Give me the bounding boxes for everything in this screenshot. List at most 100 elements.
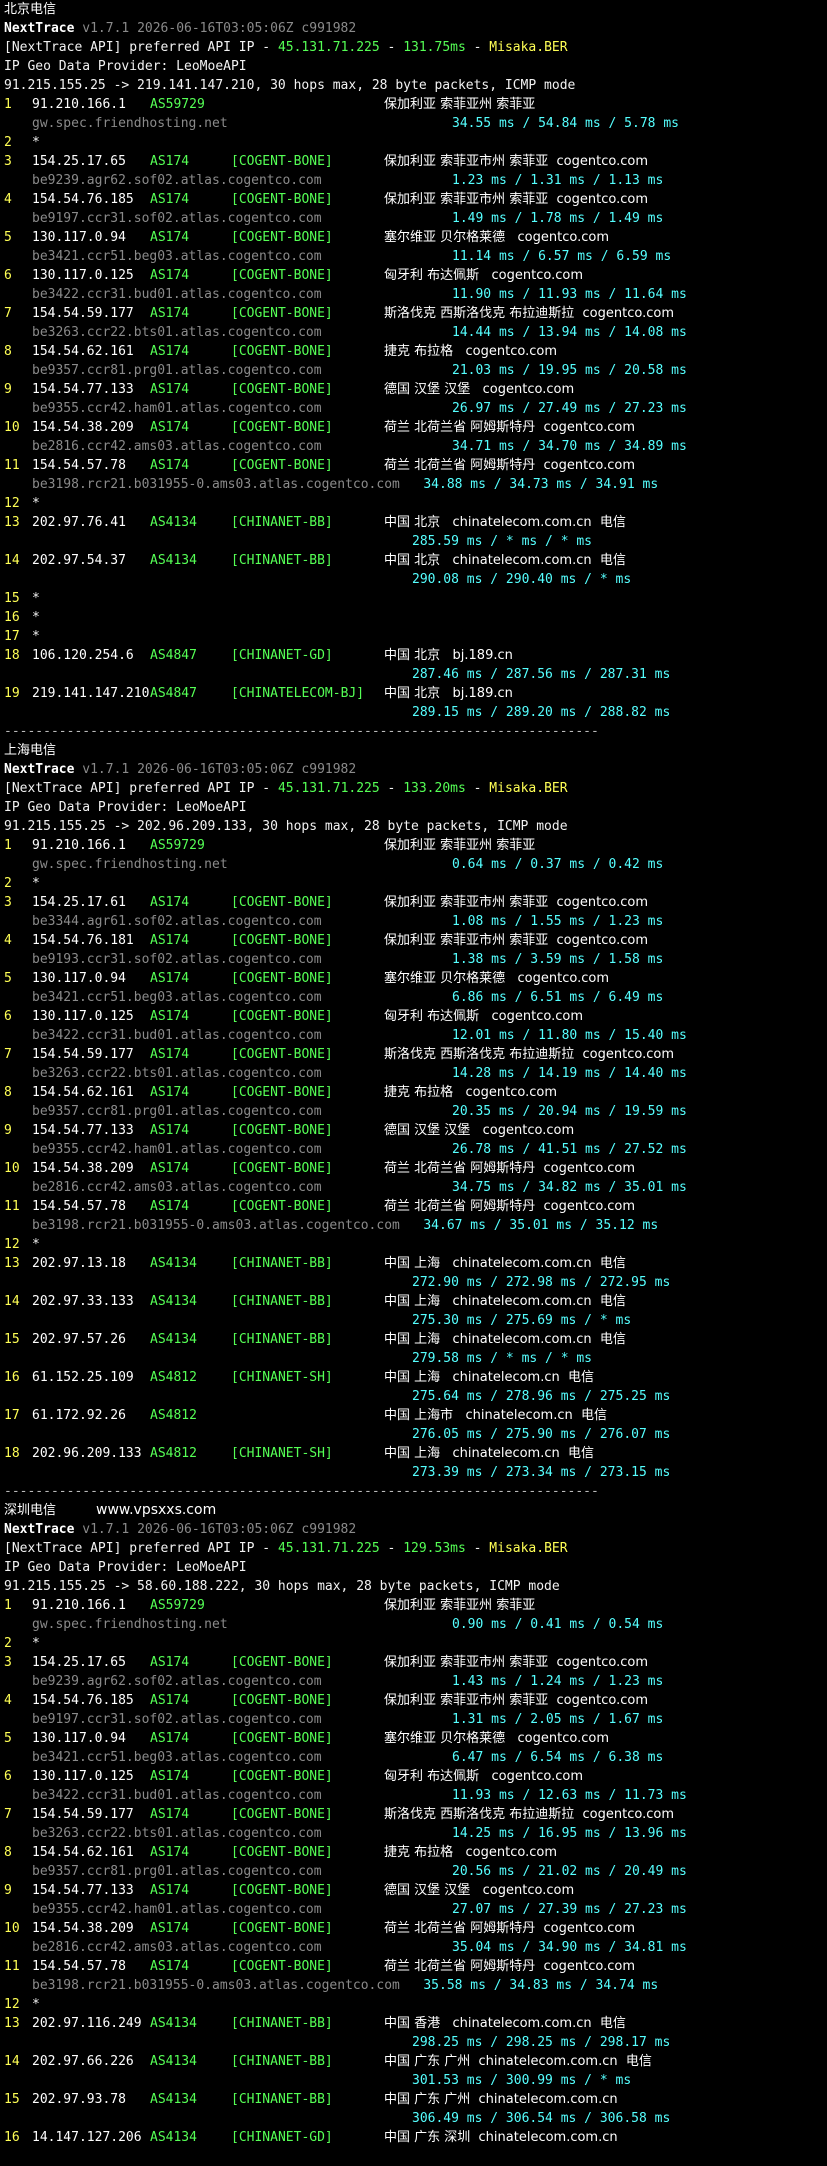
hop-rtt: 287.46 ms / 287.56 ms / 287.31 ms [412,667,671,682]
api-latency: 133.20ms [403,781,466,796]
hop-asn: AS174 [150,230,190,245]
hop-ip: 202.97.57.26 [32,1332,126,1347]
hop-rtt: 290.08 ms / 290.40 ms / * ms [412,572,632,587]
hop-geo: 捷克 布拉格 cogentco.com [384,344,557,359]
hop-rtt: 20.56 ms / 21.02 ms / 20.49 ms [452,1864,687,1879]
hop-rtt: 14.25 ms / 16.95 ms / 13.96 ms [452,1826,687,1841]
hop-detail-row: 272.90 ms / 272.98 ms / 272.95 ms [4,1273,827,1292]
hop-row: 3 154.25.17.65 AS174 [COGENT-BONE] 保加利亚 索菲亚市… [4,1653,827,1672]
hop-rtt: 6.47 ms / 6.54 ms / 6.38 ms [452,1750,664,1765]
hop-row: 16 61.152.25.109 AS4812 [CHINANET-SH] 中国 上海 … [4,1368,827,1387]
hop-detail-row: be9239.agr62.sof02.atlas.cogentco.com 1.2… [4,171,827,190]
hop-number: 1 [4,838,12,853]
geo-provider: IP Geo Data Provider: LeoMoeAPI [4,800,247,815]
hop-detail-row: be9355.ccr42.ham01.atlas.cogentco.com 26.… [4,399,827,418]
hop-geo: 塞尔维亚 贝尔格莱德 cogentco.com [384,230,609,245]
hop-rtt: 301.53 ms / 300.99 ms / * ms [412,2073,632,2088]
hop-asn: AS174 [150,895,190,910]
hop-row: 7 154.54.59.177 AS174 [COGENT-BONE] 斯洛伐克 西斯洛… [4,304,827,323]
hop-asn: AS4134 [150,1294,197,1309]
hop-asn: AS174 [150,1047,190,1062]
hop-geo: 保加利亚 索菲亚市州 索菲亚 cogentco.com [384,1693,648,1708]
hop-rtt: 34.55 ms / 54.84 ms / 5.78 ms [452,116,679,131]
hop-asn: AS174 [150,1085,190,1100]
hop-geo: 德国 汉堡 汉堡 cogentco.com [384,1883,575,1898]
hop-asn: AS4812 [150,1446,197,1461]
hop-detail-row: be9239.agr62.sof02.atlas.cogentco.com 1.4… [4,1672,827,1691]
hop-hostname: be2816.ccr42.ams03.atlas.cogentco.com [32,1940,322,1955]
hop-number: 2 [4,876,12,891]
hop-geo: 中国 北京 chinatelecom.com.cn 电信 [384,515,626,530]
hop-asn: AS4134 [150,2092,197,2107]
hop-asn: AS174 [150,1161,190,1176]
hop-ip: 130.117.0.94 [32,971,126,986]
hop-timeout: * [32,1636,40,1651]
hop-number: 15 [4,1332,20,1347]
api-node: Misaka.BER [489,40,568,55]
hop-network-tag: [CHINANET-GD] [231,648,333,663]
hop-network-tag: [COGENT-BONE] [231,1199,333,1214]
hop-asn: AS59729 [150,1598,205,1613]
hop-geo: 斯洛伐克 西斯洛伐克 布拉迪斯拉 cogentco.com [384,1047,674,1062]
hop-asn: AS4134 [150,553,197,568]
hop-asn: AS174 [150,1123,190,1138]
hop-geo: 捷克 布拉格 cogentco.com [384,1845,557,1860]
api-dash: - [379,1541,404,1556]
hop-geo: 捷克 布拉格 cogentco.com [384,1085,557,1100]
hop-ip: 154.25.17.61 [32,895,126,910]
hop-number: 14 [4,1294,20,1309]
hop-network-tag: [COGENT-BONE] [231,268,333,283]
hop-ip: 202.97.116.249 [32,2016,142,2031]
hop-row: 15 * [4,589,827,608]
trace-line: 91.215.155.25 -> 202.96.209.133, 30 hops… [4,817,827,836]
hop-timeout: * [32,876,40,891]
hop-network-tag: [COGENT-BONE] [231,1959,333,1974]
hop-row: 3 154.25.17.61 AS174 [COGENT-BONE] 保加利亚 索菲亚市… [4,893,827,912]
hop-ip: 202.97.54.37 [32,553,126,568]
hop-ip: 154.25.17.65 [32,154,126,169]
hop-detail-row: be9357.ccr81.prg01.atlas.cogentco.com 20.… [4,1862,827,1881]
hop-row: 1 91.210.166.1 AS59729 保加利亚 索菲亚州 索菲亚 [4,1596,827,1615]
hop-hostname: be3421.ccr51.beg03.atlas.cogentco.com [32,1750,322,1765]
hop-hostname: be9357.ccr81.prg01.atlas.cogentco.com [32,363,322,378]
hop-asn: AS174 [150,192,190,207]
hop-geo: 保加利亚 索菲亚市州 索菲亚 cogentco.com [384,1655,648,1670]
hop-network-tag: [COGENT-BONE] [231,1883,333,1898]
hop-network-tag: [COGENT-BONE] [231,458,333,473]
hop-detail-row: 289.15 ms / 289.20 ms / 288.82 ms [4,703,827,722]
hop-rtt: 1.38 ms / 3.59 ms / 1.58 ms [452,952,664,967]
hop-rtt: 275.64 ms / 278.96 ms / 275.25 ms [412,1389,671,1404]
hop-row: 10 154.54.38.209 AS174 [COGENT-BONE] 荷兰 北荷兰省… [4,1159,827,1178]
hop-asn: AS59729 [150,97,205,112]
hop-geo: 保加利亚 索菲亚州 索菲亚 [384,1598,536,1613]
hop-number: 12 [4,1997,20,2012]
hop-detail-row: gw.spec.friendhosting.net 34.55 ms / 54.8… [4,114,827,133]
trace-line: 91.215.155.25 -> 58.60.188.222, 30 hops … [4,1577,827,1596]
hop-row: 10 154.54.38.209 AS174 [COGENT-BONE] 荷兰 北荷兰省… [4,418,827,437]
hop-geo: 荷兰 北荷兰省 阿姆斯特丹 cogentco.com [384,1161,635,1176]
hop-hostname: gw.spec.friendhosting.net [32,116,228,131]
hop-detail-row: 275.30 ms / 275.69 ms / * ms [4,1311,827,1330]
hop-network-tag: [COGENT-BONE] [231,1845,333,1860]
hop-ip: 154.54.76.185 [32,1693,134,1708]
hop-row: 14 202.97.66.226 AS4134 [CHINANET-BB] 中国 广东 … [4,2052,827,2071]
hop-geo: 中国 上海 chinatelecom.cn 电信 [384,1446,594,1461]
hop-rtt: 306.49 ms / 306.54 ms / 306.58 ms [412,2111,671,2126]
hop-rtt: 34.75 ms / 34.82 ms / 35.01 ms [452,1180,687,1195]
hop-rtt: 1.49 ms / 1.78 ms / 1.49 ms [452,211,664,226]
hop-geo: 荷兰 北荷兰省 阿姆斯特丹 cogentco.com [384,420,635,435]
hop-ip: 91.210.166.1 [32,97,126,112]
hop-number: 8 [4,1845,12,1860]
hop-ip: 61.172.92.26 [32,1408,126,1423]
app-name: NextTrace [4,21,75,36]
hop-rtt: 6.86 ms / 6.51 ms / 6.49 ms [452,990,664,1005]
hop-asn: AS174 [150,1959,190,1974]
hop-asn: AS174 [150,306,190,321]
api-latency: 129.53ms [403,1541,466,1556]
hop-asn: AS59729 [150,838,205,853]
hop-hostname: be9355.ccr42.ham01.atlas.cogentco.com [32,401,322,416]
hop-rtt: 35.04 ms / 34.90 ms / 34.81 ms [452,1940,687,1955]
section-title: 深圳电信 [4,1503,57,1518]
hop-network-tag: [COGENT-BONE] [231,933,333,948]
separator-line: ----------------------------------------… [4,1482,827,1501]
